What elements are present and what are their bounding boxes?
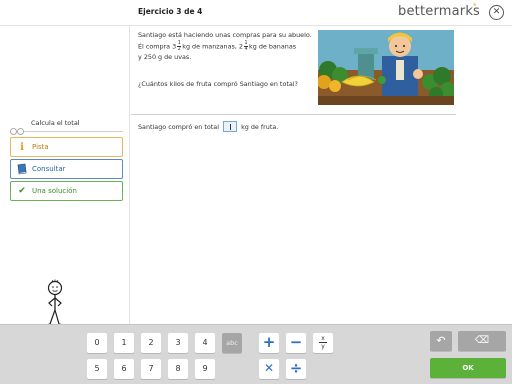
key-2[interactable]: 2 xyxy=(141,333,161,353)
fraction-key-top: x xyxy=(319,335,327,343)
checkmark-icon: ✔ xyxy=(18,186,26,196)
key-7[interactable]: 7 xyxy=(141,359,161,379)
problem-line: Santiago está haciendo unas compras para… xyxy=(138,31,312,39)
consult-button[interactable]: Consultar xyxy=(10,159,123,179)
key-0[interactable]: 0 xyxy=(87,333,107,353)
solution-button-label: Una solución xyxy=(32,187,77,195)
answer-input[interactable] xyxy=(223,121,238,132)
key-4[interactable]: 4 xyxy=(195,333,215,353)
hint-button[interactable]: i Pista xyxy=(10,137,123,157)
hint-button-label: Pista xyxy=(32,143,49,151)
fraction-key-bottom: y xyxy=(321,343,325,350)
key-8[interactable]: 8 xyxy=(168,359,188,379)
problem-line: Él compra 3 1 2 kg de manzanas, 2 1 4 kg de ba… xyxy=(138,41,313,52)
abc-key[interactable]: abc xyxy=(222,333,242,353)
section-divider xyxy=(131,114,456,115)
fraction-one-half: 12 xyxy=(177,41,182,52)
step-label: Calcula el total xyxy=(31,119,80,127)
fruit-stand-illustration xyxy=(318,30,454,105)
problem-text-fragment: Él compra 3 xyxy=(138,42,177,51)
answer-prefix: Santiago compró en total xyxy=(138,122,219,131)
problem-text: Santiago está haciendo unas compras para… xyxy=(138,30,313,63)
close-button[interactable]: ✕ xyxy=(489,5,504,20)
answer-line: Santiago compró en total kg de fruta. xyxy=(138,121,278,132)
key-9[interactable]: 9 xyxy=(195,359,215,379)
key-3[interactable]: 3 xyxy=(168,333,188,353)
problem-line: y 250 g de uvas. xyxy=(138,53,192,61)
minus-key[interactable]: − xyxy=(286,333,306,353)
step-dot xyxy=(10,128,17,135)
plus-key[interactable]: + xyxy=(259,333,279,353)
book-icon xyxy=(16,163,28,176)
answer-suffix: kg de fruta. xyxy=(241,122,279,131)
brand-logo: bettermarks xyxy=(398,4,481,19)
problem-question: ¿Cuántos kilos de fruta compró Santiago … xyxy=(138,80,298,88)
brand-mark-icon: ⌝ xyxy=(473,3,477,11)
backspace-button[interactable]: ⌫ xyxy=(458,331,506,351)
solution-button[interactable]: ✔ Una solución xyxy=(10,181,123,201)
fraction-one-quarter: 14 xyxy=(243,41,249,52)
info-icon: i xyxy=(20,142,24,153)
consult-button-label: Consultar xyxy=(32,165,66,173)
problem-text-fragment: kg de bananas xyxy=(249,42,297,51)
key-6[interactable]: 6 xyxy=(114,359,134,379)
step-row: Calcula el total xyxy=(10,116,123,135)
undo-button[interactable]: ↶ xyxy=(430,331,452,351)
ok-button[interactable]: OK xyxy=(430,358,506,378)
left-panel: Calcula el total i Pista Consultar ✔ Una… xyxy=(0,26,130,326)
fraction-denominator: 4 xyxy=(244,47,248,52)
step-dot xyxy=(17,128,24,135)
text-caret xyxy=(230,124,232,130)
divide-key[interactable]: ÷ xyxy=(286,359,306,379)
multiply-key[interactable]: ✕ xyxy=(259,359,279,379)
problem-text-fragment: kg de manzanas, 2 xyxy=(182,42,243,51)
key-5[interactable]: 5 xyxy=(87,359,107,379)
fraction-key[interactable]: x y xyxy=(313,333,333,353)
top-bar: Ejercicio 3 de 4 bettermarks ⌝ ✕ xyxy=(0,0,512,26)
key-1[interactable]: 1 xyxy=(114,333,134,353)
keypad: 0 1 2 3 4 abc 5 6 7 8 9 + − x y ✕ ÷ ↶ ⌫ … xyxy=(0,324,512,384)
exercise-title: Ejercicio 3 de 4 xyxy=(138,7,203,16)
mascot-figure xyxy=(46,279,64,326)
